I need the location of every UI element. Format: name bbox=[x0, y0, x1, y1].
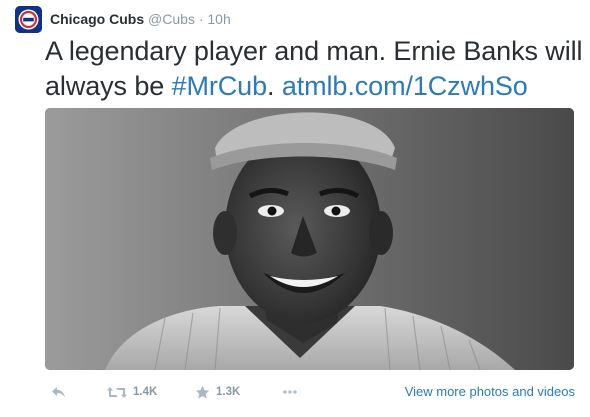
favorite-count: 1.3K bbox=[216, 386, 241, 398]
url-link[interactable]: atmlb.com/1CzwhSo bbox=[282, 71, 528, 101]
favorite-button[interactable]: 1.3K bbox=[195, 382, 240, 402]
reply-icon bbox=[51, 386, 66, 399]
tweet-card: Chicago Cubs @Cubs · 10h A legendary pla… bbox=[0, 0, 590, 417]
star-icon bbox=[195, 385, 210, 400]
separator-dot: · bbox=[198, 11, 204, 27]
tweet-timestamp[interactable]: 10h bbox=[207, 11, 230, 27]
cubs-logo-icon[interactable] bbox=[15, 6, 42, 33]
tweet-header: Chicago Cubs @Cubs · 10h bbox=[50, 10, 231, 28]
more-options-button[interactable] bbox=[283, 382, 297, 402]
author-handle[interactable]: @Cubs bbox=[148, 11, 195, 27]
view-more-media-link[interactable]: View more photos and videos bbox=[405, 384, 575, 399]
tweet-text-punctuation: . bbox=[267, 71, 282, 101]
retweet-count: 1.4K bbox=[133, 386, 158, 398]
author-name[interactable]: Chicago Cubs bbox=[50, 11, 144, 27]
more-dots-icon bbox=[283, 390, 297, 394]
retweet-button[interactable]: 1.4K bbox=[107, 382, 157, 402]
retweet-icon bbox=[107, 386, 127, 399]
reply-button[interactable] bbox=[51, 382, 66, 402]
tweet-actions: 1.4K 1.3K View more photos and videos bbox=[45, 380, 575, 406]
tweet-text: A legendary player and man. Ernie Banks … bbox=[45, 34, 585, 104]
tweet-photo[interactable] bbox=[45, 108, 574, 370]
hashtag-link[interactable]: #MrCub bbox=[172, 71, 268, 101]
